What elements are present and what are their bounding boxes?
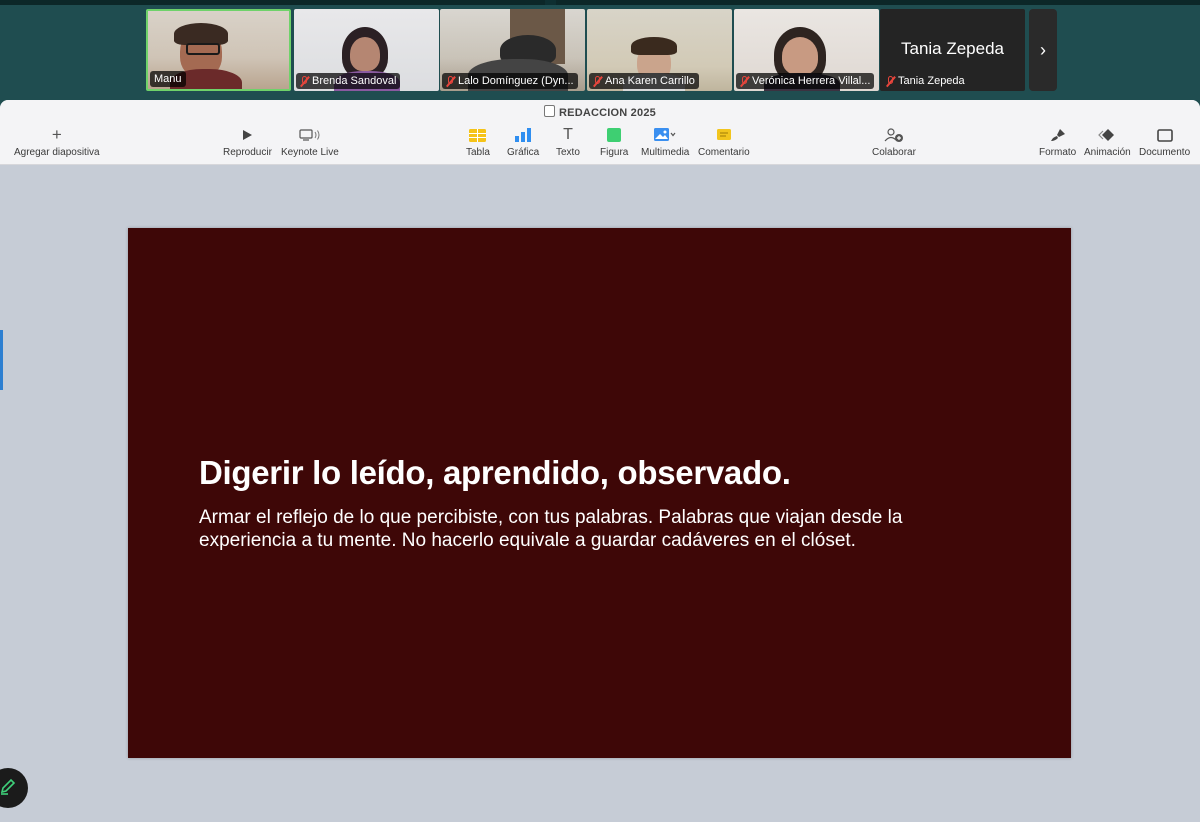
collaborate-button[interactable]: Colaborar <box>872 126 916 158</box>
mic-muted-icon <box>446 75 455 87</box>
participant-name-tag: Verónica Herrera Villal... <box>736 73 875 89</box>
participant-name-tag: Brenda Sandoval <box>296 73 401 89</box>
toolbar: REDACCION 2025 + Agregar diapositiva Rep… <box>0 100 1200 165</box>
add-slide-label: Agregar diapositiva <box>14 147 100 158</box>
comment-button[interactable]: Comentario <box>698 126 750 158</box>
participant-name-tag: Manu <box>150 71 186 87</box>
participant-name: Ana Karen Carrillo <box>605 75 695 87</box>
participant-tile-veronica-herrera[interactable]: Verónica Herrera Villal... <box>734 9 879 91</box>
keynote-live-icon <box>299 126 321 144</box>
animate-icon <box>1098 126 1116 144</box>
format-label: Formato <box>1039 147 1077 158</box>
participant-name: Verónica Herrera Villal... <box>752 75 871 87</box>
play-icon <box>241 126 253 144</box>
participant-name-tag: Ana Karen Carrillo <box>589 73 699 89</box>
window-title-text: REDACCION 2025 <box>559 107 656 119</box>
document-icon <box>544 105 556 117</box>
mic-muted-icon <box>593 75 602 87</box>
text-icon: T <box>563 126 573 143</box>
participant-name: Manu <box>154 73 182 85</box>
pencil-icon <box>0 776 18 801</box>
participant-name: Brenda Sandoval <box>312 75 397 87</box>
shape-icon <box>607 126 622 144</box>
document-panel-icon <box>1156 126 1173 144</box>
strip-top-border <box>0 0 1200 5</box>
chevron-right-icon: › <box>1040 39 1046 60</box>
paintbrush-icon <box>1050 126 1066 144</box>
annotate-button[interactable] <box>0 768 28 808</box>
comment-label: Comentario <box>698 147 750 158</box>
media-button[interactable]: Multimedia <box>641 126 689 158</box>
window-title: REDACCION 2025 <box>0 105 1200 119</box>
next-participants-button[interactable]: › <box>1029 9 1057 91</box>
participant-strip: Manu Brenda Sandoval Lalo Domínguez (Dyn… <box>0 0 1200 100</box>
media-label: Multimedia <box>641 147 690 158</box>
mic-muted-icon <box>886 75 895 87</box>
format-button[interactable]: Formato <box>1039 126 1076 158</box>
keynote-live-button[interactable]: Keynote Live <box>281 126 339 158</box>
text-button[interactable]: T Texto <box>556 126 580 158</box>
text-label: Texto <box>556 147 580 158</box>
participant-name-tag: Tania Zepeda <box>882 73 969 89</box>
participant-name: Tania Zepeda <box>898 75 965 87</box>
comment-icon <box>716 126 731 144</box>
collaborate-label: Colaborar <box>872 147 916 158</box>
participant-tile-manu[interactable]: Manu <box>146 9 291 91</box>
participant-tile-brenda-sandoval[interactable]: Brenda Sandoval <box>294 9 439 91</box>
participant-name: Lalo Domínguez (Dyn... <box>458 75 574 87</box>
chart-label: Gráfica <box>507 147 540 158</box>
animate-button[interactable]: Animación <box>1084 126 1131 158</box>
shape-label: Figura <box>600 147 629 158</box>
animate-label: Animación <box>1084 147 1131 158</box>
play-button[interactable]: Reproducir <box>223 126 272 158</box>
document-button[interactable]: Documento <box>1139 126 1190 158</box>
participant-tile-ana-karen-carrillo[interactable]: Ana Karen Carrillo <box>587 9 732 91</box>
mic-muted-icon <box>300 75 309 87</box>
plus-icon: + <box>51 125 62 144</box>
add-slide-button[interactable]: + Agregar diapositiva <box>14 125 100 158</box>
shape-button[interactable]: Figura <box>600 126 628 158</box>
participant-display-name: Tania Zepeda <box>900 39 1005 58</box>
participant-tile-tania-zepeda[interactable]: Tania Zepeda Tania Zepeda <box>880 9 1025 91</box>
bar-chart-icon <box>515 126 532 144</box>
table-icon <box>469 126 487 144</box>
slide-heading[interactable]: Digerir lo leído, aprendido, observado. <box>199 454 791 492</box>
collaborate-icon <box>884 126 904 144</box>
slide-canvas[interactable]: Digerir lo leído, aprendido, observado. … <box>128 228 1071 758</box>
slide-body-text[interactable]: Armar el reflejo de lo que percibiste, c… <box>199 506 999 552</box>
slide-navigator-edge <box>0 330 3 390</box>
photo-icon <box>654 126 676 144</box>
chart-button[interactable]: Gráfica <box>507 126 539 158</box>
keynote-window: REDACCION 2025 + Agregar diapositiva Rep… <box>0 100 1200 822</box>
play-label: Reproducir <box>223 147 272 158</box>
table-button[interactable]: Tabla <box>466 126 490 158</box>
participant-tile-lalo-dominguez[interactable]: Lalo Domínguez (Dyn... <box>440 9 585 91</box>
keynote-live-label: Keynote Live <box>281 147 339 158</box>
participant-name-tag: Lalo Domínguez (Dyn... <box>442 73 578 89</box>
mic-muted-icon <box>740 75 749 87</box>
document-label: Documento <box>1139 147 1191 158</box>
table-label: Tabla <box>466 147 490 158</box>
